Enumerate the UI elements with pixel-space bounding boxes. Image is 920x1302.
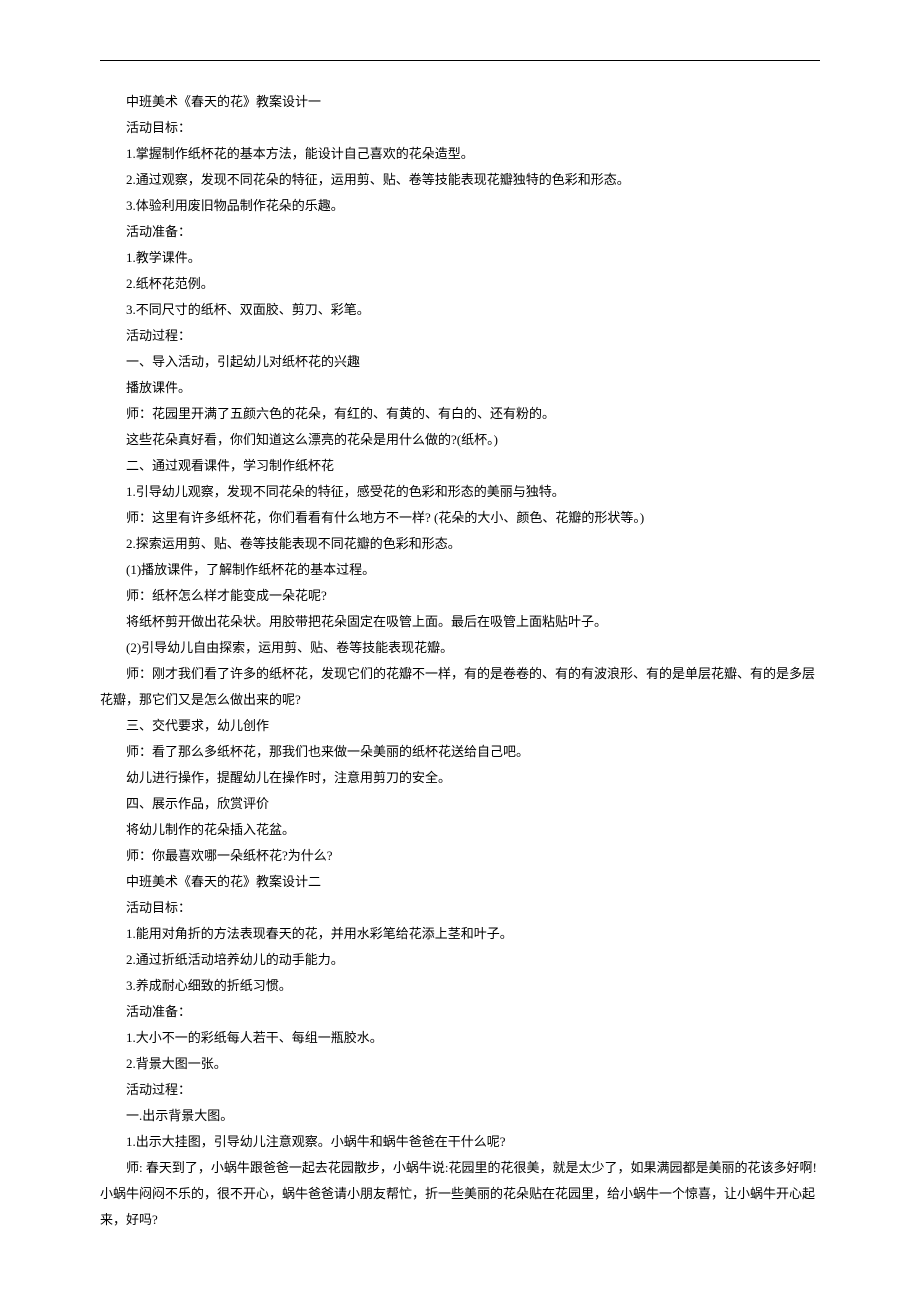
paragraph-11: 播放课件。	[100, 375, 820, 401]
paragraph-5: 活动准备：	[100, 219, 820, 245]
paragraph-14: 二、通过观看课件，学习制作纸杯花	[100, 453, 820, 479]
paragraph-b-16: 1.出示大挂图，引导幼儿注意观察。小蜗牛和蜗牛爸爸在干什么呢?	[100, 1129, 820, 1155]
paragraph-b-7: 活动目标：	[100, 895, 820, 921]
paragraph-b-12: 1.大小不一的彩纸每人若干、每组一瓶胶水。	[100, 1025, 820, 1051]
paragraph-b-13: 2.背景大图一张。	[100, 1051, 820, 1077]
paragraph-1: 活动目标：	[100, 115, 820, 141]
paragraph-6: 1.教学课件。	[100, 245, 820, 271]
paragraph-18: (1)播放课件，了解制作纸杯花的基本过程。	[100, 557, 820, 583]
paragraph-b-4: 将幼儿制作的花朵插入花盆。	[100, 817, 820, 843]
paragraph-b-2: 幼儿进行操作，提醒幼儿在操作时，注意用剪刀的安全。	[100, 765, 820, 791]
paragraph-7: 2.纸杯花范例。	[100, 271, 820, 297]
paragraph-b-10: 3.养成耐心细致的折纸习惯。	[100, 973, 820, 999]
paragraph-long-1: 师：刚才我们看了许多的纸杯花，发现它们的花瓣不一样，有的是卷卷的、有的有波浪形、…	[100, 661, 820, 713]
paragraph-b-0: 三、交代要求，幼儿创作	[100, 713, 820, 739]
paragraph-long-2: 师: 春天到了，小蜗牛跟爸爸一起去花园散步，小蜗牛说:花园里的花很美，就是太少了…	[100, 1155, 820, 1233]
paragraph-b-14: 活动过程：	[100, 1077, 820, 1103]
paragraph-12: 师：花园里开满了五颜六色的花朵，有红的、有黄的、有白的、还有粉的。	[100, 401, 820, 427]
paragraph-b-15: 一.出示背景大图。	[100, 1103, 820, 1129]
paragraph-16: 师：这里有许多纸杯花，你们看看有什么地方不一样? (花朵的大小、颜色、花瓣的形状…	[100, 505, 820, 531]
paragraph-0: 中班美术《春天的花》教案设计一	[100, 89, 820, 115]
document-body: 中班美术《春天的花》教案设计一活动目标：1.掌握制作纸杯花的基本方法，能设计自己…	[100, 89, 820, 1233]
paragraph-b-8: 1.能用对角折的方法表现春天的花，并用水彩笔给花添上茎和叶子。	[100, 921, 820, 947]
paragraph-b-9: 2.通过折纸活动培养幼儿的动手能力。	[100, 947, 820, 973]
paragraph-2: 1.掌握制作纸杯花的基本方法，能设计自己喜欢的花朵造型。	[100, 141, 820, 167]
paragraph-8: 3.不同尺寸的纸杯、双面胶、剪刀、彩笔。	[100, 297, 820, 323]
paragraph-b-11: 活动准备：	[100, 999, 820, 1025]
paragraph-21: (2)引导幼儿自由探索，运用剪、贴、卷等技能表现花瓣。	[100, 635, 820, 661]
paragraph-15: 1.引导幼儿观察，发现不同花朵的特征，感受花的色彩和形态的美丽与独特。	[100, 479, 820, 505]
paragraph-b-5: 师：你最喜欢哪一朵纸杯花?为什么?	[100, 843, 820, 869]
paragraph-13: 这些花朵真好看，你们知道这么漂亮的花朵是用什么做的?(纸杯。)	[100, 427, 820, 453]
paragraph-b-1: 师：看了那么多纸杯花，那我们也来做一朵美丽的纸杯花送给自己吧。	[100, 739, 820, 765]
paragraph-9: 活动过程：	[100, 323, 820, 349]
horizontal-rule	[100, 60, 820, 61]
paragraph-17: 2.探索运用剪、贴、卷等技能表现不同花瓣的色彩和形态。	[100, 531, 820, 557]
paragraph-4: 3.体验利用废旧物品制作花朵的乐趣。	[100, 193, 820, 219]
paragraph-19: 师：纸杯怎么样才能变成一朵花呢?	[100, 583, 820, 609]
paragraph-3: 2.通过观察，发现不同花朵的特征，运用剪、贴、卷等技能表现花瓣独特的色彩和形态。	[100, 167, 820, 193]
paragraph-b-3: 四、展示作品，欣赏评价	[100, 791, 820, 817]
paragraph-10: 一、导入活动，引起幼儿对纸杯花的兴趣	[100, 349, 820, 375]
paragraph-20: 将纸杯剪开做出花朵状。用胶带把花朵固定在吸管上面。最后在吸管上面粘贴叶子。	[100, 609, 820, 635]
paragraph-b-6: 中班美术《春天的花》教案设计二	[100, 869, 820, 895]
